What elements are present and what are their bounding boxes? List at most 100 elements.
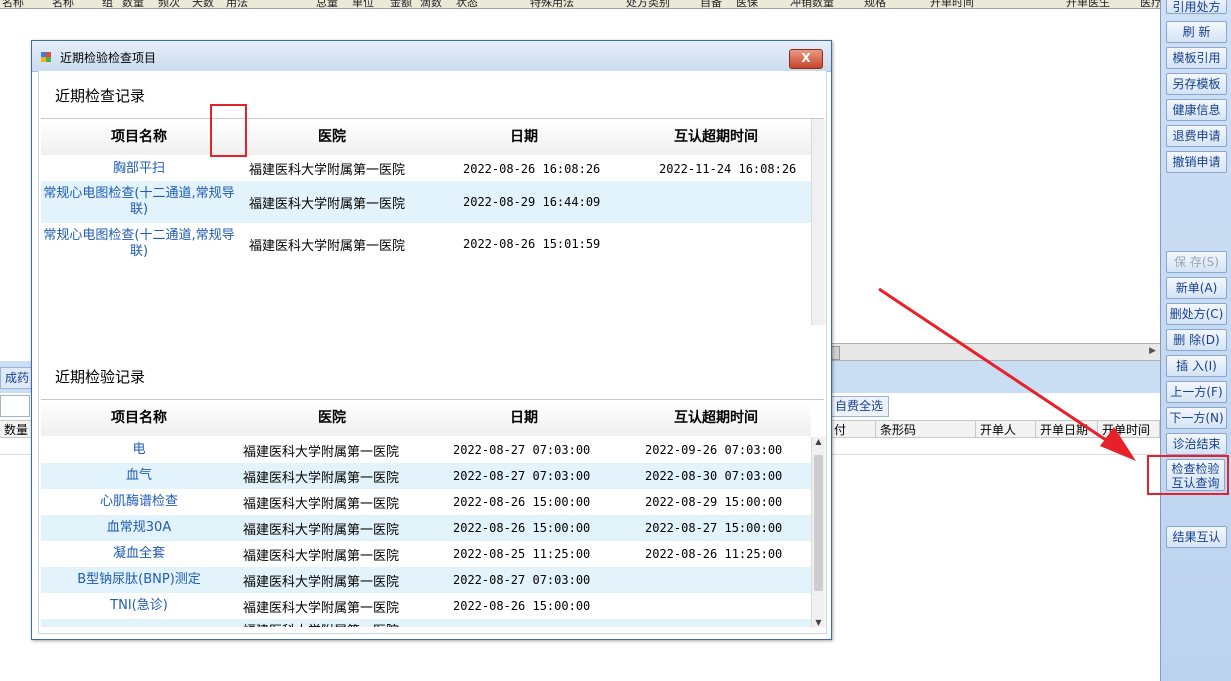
finish-diagnosis-button[interactable]: 诊治结束: [1166, 433, 1227, 455]
exam-name: 胸部平扫: [112, 160, 165, 176]
bg-col-header: 状态: [456, 0, 478, 9]
exam-name: 常规心电图检查(十二通道,常规导联): [43, 228, 235, 259]
exam-date: 2022-08-26 15:01:59: [463, 237, 601, 251]
bg-col-header: 单位: [352, 0, 374, 9]
background-hscroll[interactable]: ▶: [830, 343, 1160, 361]
table-row[interactable]: B型钠尿肽(BNP)测定 福建医科大学附属第一医院 2022-08-27 07:…: [41, 567, 811, 593]
lab-name: 凝血全套: [112, 546, 165, 561]
bg-col-header: 开单医生: [1066, 0, 1110, 9]
lab-date: 2022-08-26 15:00:00: [453, 599, 591, 613]
delete-button[interactable]: 删 除(D): [1166, 329, 1227, 351]
bg-col-header: 天数: [192, 0, 214, 9]
table-row[interactable]: 电 福建医科大学附属第一医院 2022-08-27 07:03:00 2022-…: [41, 437, 811, 463]
lab-expire: 2022-08-30 07:03:00: [645, 469, 783, 483]
background-grid-header: 名称 名称 组 数量 频次 天数 用法 总量 单位 金额 滴数 状态 特殊用法 …: [0, 0, 1160, 9]
exam-expire: 2022-11-24 16:08:26: [659, 161, 797, 176]
result-mutual-button[interactable]: 结果互认: [1166, 526, 1227, 548]
lab-hospital: 福建医科大学附属第一医院: [243, 496, 400, 512]
insert-button[interactable]: 插 入(I): [1166, 355, 1227, 377]
table-row[interactable]: 凝血全套 福建医科大学附属第一医院 2022-08-25 11:25:00 20…: [41, 541, 811, 567]
table-row[interactable]: 血气 福建医科大学附属第一医院 2022-08-27 07:03:00 2022…: [41, 463, 811, 489]
cite-prescription-button[interactable]: 引用处方: [1166, 0, 1227, 14]
annotation-highlight-box: [1147, 455, 1229, 495]
lab-date: 2022-08-26 15:00:00: [453, 521, 591, 535]
table-row[interactable]: TNI(急诊) 福建医科大学附属第一医院 2022-08-26 15:00:00: [41, 593, 811, 619]
table-row[interactable]: 常规心电图检查(十二通道,常规导联) 福建医科大学附属第一医院 2022-08-…: [41, 181, 811, 223]
bg-col-header: 付: [830, 420, 876, 438]
col-header-hospital: 医院: [318, 129, 346, 145]
lab-hospital: 福建医科大学附属第一医院: [243, 574, 400, 590]
bg-col-header: 医疗组: [1140, 0, 1160, 9]
lab-date: 2022-08-26 15:00:00: [453, 495, 591, 509]
col-header-expire: 互认超期时间: [674, 410, 758, 426]
exam-name: 常规心电图检查(十二通道,常规导联): [43, 186, 235, 217]
bg-col-header: 处方类别: [626, 0, 670, 9]
col-header-name: 项目名称: [111, 410, 167, 426]
bg-col-header: 名称: [2, 0, 24, 9]
refund-apply-button[interactable]: 退费申请: [1166, 125, 1227, 147]
lab-grid-header: 项目名称 医院 日期 互认超期时间: [41, 400, 811, 436]
exam-grid: 项目名称 医院 日期 互认超期时间 胸部平扫 福建医科大学附属第一医院 2022…: [41, 119, 811, 325]
lab-expire: 2022-08-29 15:00:00: [645, 495, 783, 509]
table-row[interactable]: 胸部平扫 福建医科大学附属第一医院 2022-08-26 16:08:26 20…: [41, 156, 811, 181]
annotation-empty-box: [210, 104, 247, 157]
lab-date: 2022-08-27 07:03:00: [453, 469, 591, 483]
save-button[interactable]: 保 存(S): [1166, 251, 1227, 273]
col-header-expire: 互认超期时间: [674, 129, 758, 145]
background-row: [830, 438, 1160, 455]
bg-col-header: 医保: [736, 0, 758, 9]
health-info-button[interactable]: 健康信息: [1166, 99, 1227, 121]
scroll-up-icon[interactable]: ▲: [812, 437, 825, 446]
template-ref-button[interactable]: 模板引用: [1166, 47, 1227, 69]
dialog-titlebar[interactable]: 近期检验检查项目 X: [32, 41, 831, 72]
table-row[interactable]: 血常规30A 福建医科大学附属第一医院 2022-08-26 15:00:00 …: [41, 515, 811, 541]
background-input[interactable]: [0, 395, 30, 417]
lab-expire: 2022-08-26 11:25:00: [645, 547, 783, 561]
bg-col-header: 开单时间: [930, 0, 974, 9]
exam-grid-scrollbar[interactable]: [811, 119, 825, 325]
lab-name: TNI(急诊): [110, 598, 168, 613]
right-toolbar: 引用处方 刷 新 模板引用 另存模板 健康信息 退费申请 撤销申请 保 存(S)…: [1160, 0, 1231, 681]
table-row[interactable]: 心肌酶谱检查 福建医科大学附属第一医院 2022-08-26 15:00:00 …: [41, 489, 811, 515]
bg-col-header: 数量: [0, 420, 32, 438]
exam-section-title: 近期检查记录: [55, 87, 146, 105]
bg-col-header: 开单日期: [1036, 420, 1098, 438]
lab-section-title: 近期检验记录: [55, 368, 146, 386]
scroll-right-icon[interactable]: ▶: [1149, 346, 1156, 356]
select-all-selfpay-button[interactable]: 自费全选: [829, 396, 889, 417]
bg-col-header: 开单人: [976, 420, 1036, 438]
bg-col-header: 名称: [52, 0, 74, 9]
delete-prescription-button[interactable]: 删处方(C): [1166, 303, 1227, 325]
cancel-apply-button[interactable]: 撤销申请: [1166, 151, 1227, 173]
dialog-body: 近期检查记录 项目名称 医院 日期 互认超期时间 胸部平扫 福建医科大学附属第一…: [38, 71, 827, 634]
col-header-hospital: 医院: [318, 410, 346, 426]
exam-date: 2022-08-29 16:44:09: [463, 195, 601, 209]
bg-col-header: 冲销数量: [790, 0, 834, 9]
table-row[interactable]: 常规心电图检查(十二通道,常规导联) 福建医科大学附属第一医院 2022-08-…: [41, 223, 811, 265]
dialog-title: 近期检验检查项目: [60, 51, 157, 65]
lab-date: 2022-08-25 11:25:00: [453, 547, 591, 561]
lab-grid-scrollbar[interactable]: ▲ ▼: [811, 437, 825, 627]
lab-expire: 2022-09-26 07:03:00: [645, 443, 783, 457]
exam-grid-header: 项目名称 医院 日期 互认超期时间: [41, 119, 811, 155]
lab-hospital: 福建医科大学附属第一医院: [243, 470, 400, 486]
save-as-template-button[interactable]: 另存模板: [1166, 73, 1227, 95]
bg-col-header: 总量: [316, 0, 338, 9]
table-row[interactable]: 福建医科大学附属第一医院: [41, 619, 811, 627]
next-prescription-button[interactable]: 下一方(N): [1166, 407, 1227, 429]
prev-prescription-button[interactable]: 上一方(F): [1166, 381, 1227, 403]
lab-hospital: 福建医科大学附属第一医院: [243, 444, 400, 460]
bg-col-header: 条形码: [876, 420, 976, 438]
lab-name: 血常规30A: [106, 520, 172, 535]
bg-col-header: 特殊用法: [530, 0, 574, 9]
new-order-button[interactable]: 新单(A): [1166, 277, 1227, 299]
lab-name: 血气: [125, 468, 152, 483]
refresh-button[interactable]: 刷 新: [1166, 21, 1227, 43]
tab-chinese-patent-medicine[interactable]: 成药: [0, 367, 34, 389]
scrollbar-thumb[interactable]: [814, 455, 823, 591]
bg-col-header: 数量: [122, 0, 144, 9]
scroll-down-icon[interactable]: ▼: [812, 618, 825, 627]
close-button[interactable]: X: [789, 49, 823, 69]
lab-date: 2022-08-27 07:03:00: [453, 573, 591, 587]
col-header-name: 项目名称: [111, 129, 167, 145]
